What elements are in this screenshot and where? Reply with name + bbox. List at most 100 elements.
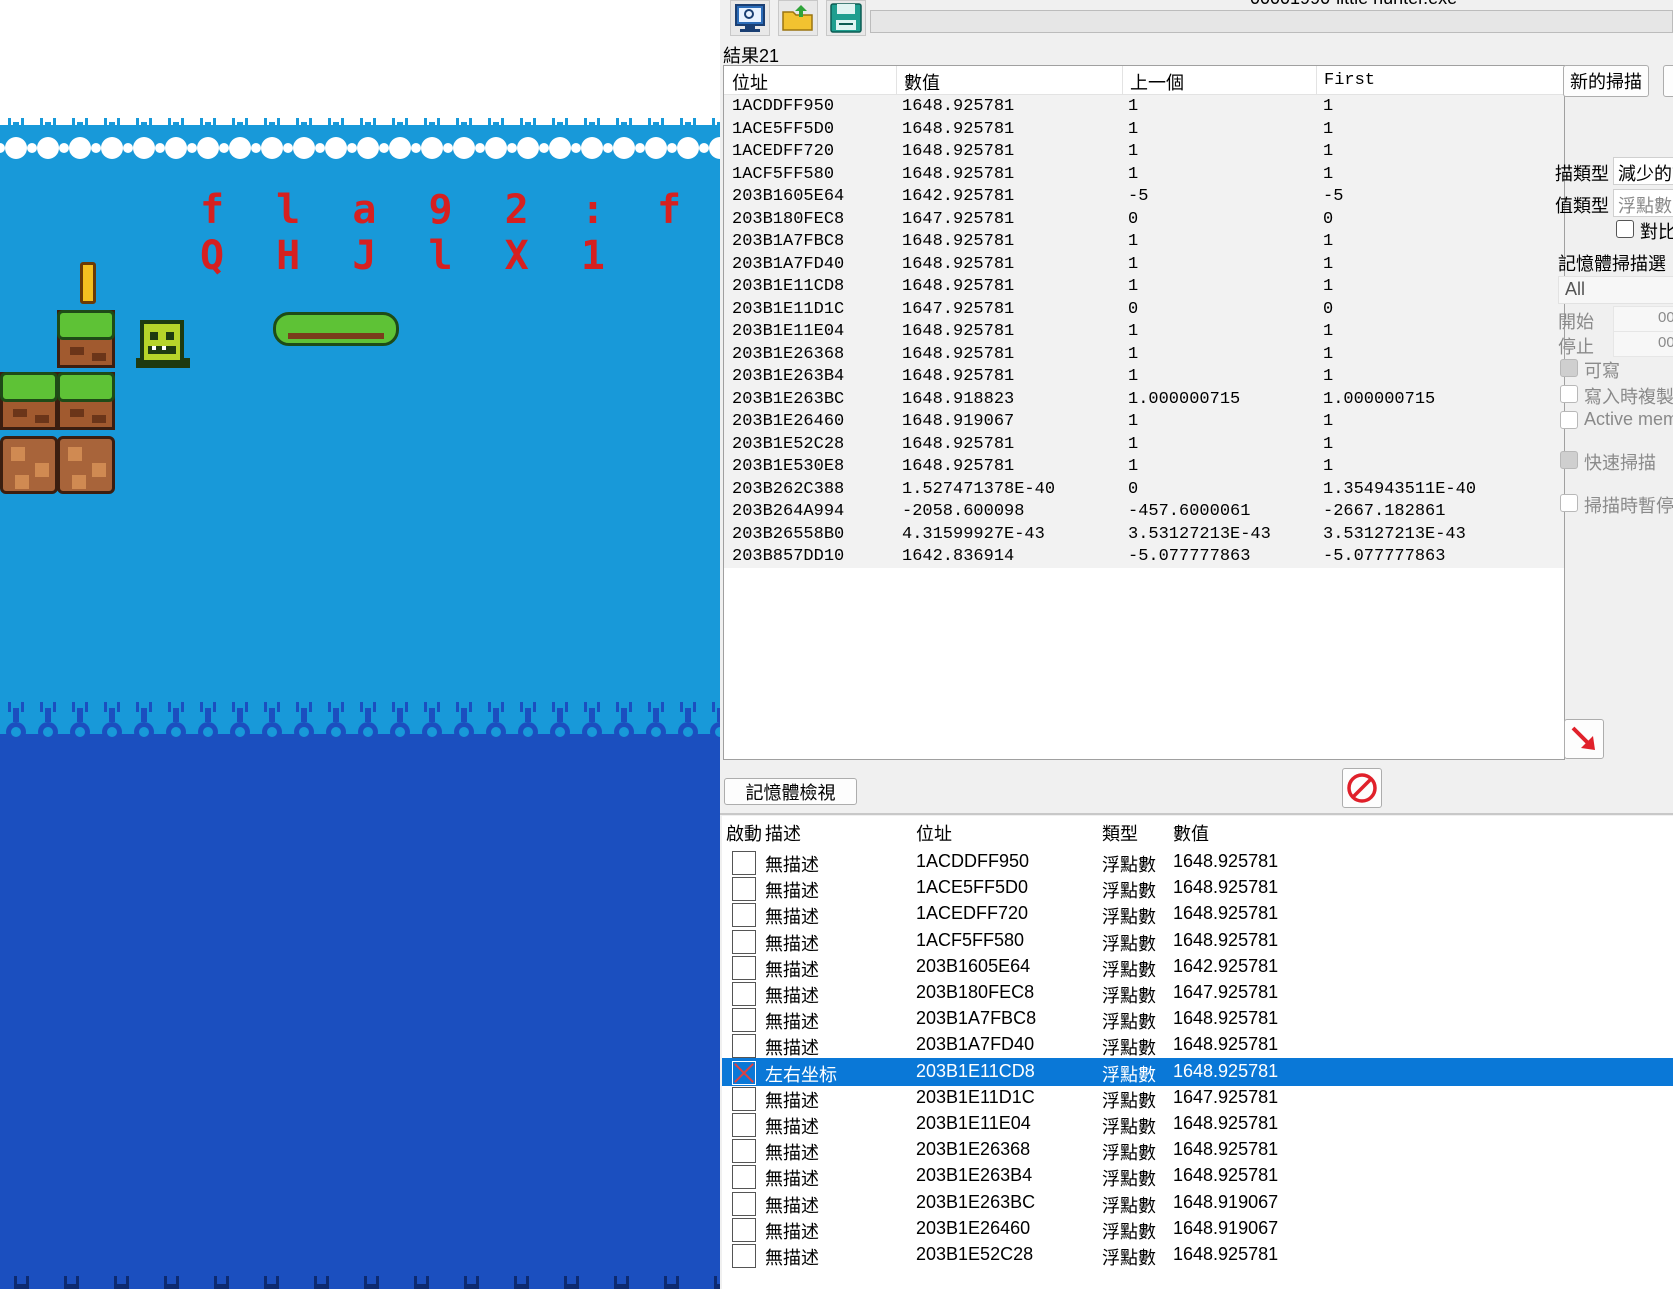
process-title: 00001990-little hunter.exe xyxy=(1250,0,1457,9)
active-checkbox[interactable] xyxy=(732,1165,756,1190)
add-to-list-button[interactable] xyxy=(1564,719,1604,759)
new-scan-button[interactable]: 新的掃描 xyxy=(1563,65,1649,97)
address-list[interactable]: 啟動 描述 位址 類型 數值 無描述 1ACDDFF950 浮點數 1648.9257… xyxy=(722,816,1673,1289)
active-checkbox[interactable] xyxy=(732,851,756,875)
result-row[interactable]: 203B264A994 -2058.600098 -457.6000061 -2667… xyxy=(724,500,1564,524)
result-row[interactable]: 203B180FEC8 1647.925781 0 0 xyxy=(724,207,1564,232)
address-row[interactable]: 無描述 203B1A7FBC8 浮點數 1648.925781 xyxy=(722,1005,1673,1033)
result-row[interactable]: 203B1E11D1C 1647.925781 0 0 xyxy=(724,297,1564,322)
result-row[interactable]: 203B1E26368 1648.925781 1 1 xyxy=(724,342,1564,367)
address-row[interactable]: 無描述 203B1A7FD40 浮點數 1648.925781 xyxy=(722,1031,1673,1059)
active-checkbox[interactable] xyxy=(732,1217,756,1242)
row-value: 1648.925781 xyxy=(1173,1034,1279,1055)
active-checkbox[interactable] xyxy=(732,1008,756,1033)
memory-region-dropdown[interactable]: All xyxy=(1558,276,1673,304)
active-checkbox[interactable] xyxy=(732,1113,756,1137)
col-description-header[interactable]: 描述 xyxy=(765,820,801,846)
clear-list-button[interactable] xyxy=(1342,768,1382,808)
result-first: 1 xyxy=(1323,457,1334,476)
active-checkbox[interactable] xyxy=(732,1034,756,1059)
address-row[interactable]: 無描述 203B1E52C28 浮點數 1648.925781 xyxy=(722,1241,1673,1269)
active-checkbox[interactable] xyxy=(732,929,756,954)
col-value-header[interactable]: 數值 xyxy=(904,69,940,95)
active-checkbox[interactable] xyxy=(732,1060,756,1085)
memory-view-button[interactable]: 記憶體檢視 xyxy=(724,778,857,805)
col-type-header[interactable]: 類型 xyxy=(1102,820,1138,846)
result-row[interactable]: 203B1E11E04 1648.925781 1 1 xyxy=(724,320,1564,344)
result-row[interactable]: 1ACE5FF5D0 1648.925781 1 1 xyxy=(724,117,1564,142)
result-row[interactable]: 203B1E26460 1648.919067 1 1 xyxy=(724,410,1564,434)
result-row[interactable]: 203B26558B0 4.31599927E-43 3.53127213E-43 3… xyxy=(724,522,1564,547)
result-row[interactable]: 203B1E530E8 1648.925781 1 1 xyxy=(724,455,1564,479)
writable-checkbox[interactable] xyxy=(1560,359,1578,377)
active-checkbox[interactable] xyxy=(732,1244,756,1268)
result-previous: 1 xyxy=(1128,344,1139,364)
result-address: 203B1E530E8 xyxy=(732,457,845,476)
result-row[interactable]: 203B1A7FBC8 1648.925781 1 1 xyxy=(724,230,1564,254)
result-row[interactable]: 203B1E263BC 1648.918823 1.000000715 1.00000… xyxy=(724,387,1564,412)
address-row[interactable]: 無描述 1ACF5FF580 浮點數 1648.925781 xyxy=(722,927,1673,955)
address-row[interactable]: 無描述 203B1605E64 浮點數 1642.925781 xyxy=(722,953,1673,981)
col-first-header[interactable]: First xyxy=(1324,71,1375,90)
active-checkbox[interactable] xyxy=(732,903,756,928)
result-row[interactable]: 1ACF5FF580 1648.925781 1 1 xyxy=(724,162,1564,187)
result-row[interactable]: 203B1E52C28 1648.925781 1 1 xyxy=(724,432,1564,457)
col-address-header[interactable]: 位址 xyxy=(732,69,768,95)
address-row[interactable]: 無描述 203B1E26460 浮點數 1648.919067 xyxy=(722,1215,1673,1243)
result-row[interactable]: 1ACEDFF720 1648.925781 1 1 xyxy=(724,140,1564,164)
address-row[interactable]: 無描述 203B1E11E04 浮點數 1648.925781 xyxy=(722,1110,1673,1138)
row-address: 203B1605E64 xyxy=(916,955,1031,976)
open-process-button[interactable] xyxy=(730,0,770,36)
address-row[interactable]: 無描述 203B180FEC8 浮點數 1647.925781 xyxy=(722,979,1673,1007)
col-value-header[interactable]: 數值 xyxy=(1173,820,1209,846)
address-row[interactable]: 左右坐标 203B1E11CD8 浮點數 1648.925781 xyxy=(722,1057,1673,1086)
result-row[interactable]: 203B262C388 1.527471378E-40 0 1.354943511E-… xyxy=(724,477,1564,502)
address-row[interactable]: 無描述 203B1E26368 浮點數 1648.925781 xyxy=(722,1136,1673,1164)
result-row[interactable]: 203B1605E64 1642.925781 -5 -5 xyxy=(724,185,1564,209)
result-row[interactable]: 203B1E11CD8 1648.925781 1 1 xyxy=(724,275,1564,299)
address-row[interactable]: 無描述 203B1E263B4 浮點數 1648.925781 xyxy=(722,1162,1673,1190)
col-address-header[interactable]: 位址 xyxy=(916,820,952,846)
start-address-input[interactable]: 000 xyxy=(1613,306,1673,332)
address-row[interactable]: 無描述 1ACE5FF5D0 浮點數 1648.925781 xyxy=(722,874,1673,902)
scan-results-list[interactable]: 位址 數值 上一個 First 1ACDDFF950 1648.925781 1 1 1… xyxy=(723,65,1565,760)
folder-icon xyxy=(782,5,813,31)
col-active-header[interactable]: 啟動 xyxy=(726,820,762,846)
row-type: 浮點數 xyxy=(1102,959,1156,980)
result-row[interactable]: 203B1E263B4 1648.925781 1 1 xyxy=(724,365,1564,389)
compare-first-checkbox[interactable] xyxy=(1616,220,1634,238)
cheat-engine-window: 00001990-little hunter.exe 結果21 位址 數值 上一… xyxy=(720,0,1673,1289)
pause-scan-checkbox[interactable] xyxy=(1560,494,1578,512)
row-type: 浮點數 xyxy=(1102,881,1156,902)
active-checkbox[interactable] xyxy=(732,982,756,1006)
active-memory-checkbox[interactable] xyxy=(1560,411,1578,429)
active-checkbox[interactable] xyxy=(732,1086,756,1111)
flag-text: f l a 9 2 : f Q H J l X 1 xyxy=(200,187,696,279)
next-scan-button[interactable] xyxy=(1663,65,1673,97)
result-row[interactable]: 203B857DD10 1642.836914 -5.077777863 -5.077… xyxy=(724,545,1564,569)
col-previous-header[interactable]: 上一個 xyxy=(1130,69,1184,95)
active-checkbox[interactable] xyxy=(732,1139,756,1164)
address-row[interactable]: 無描述 1ACEDFF720 浮點數 1648.925781 xyxy=(722,900,1673,928)
result-row[interactable]: 203B1A7FD40 1648.925781 1 1 xyxy=(724,252,1564,277)
splitter[interactable] xyxy=(720,813,1673,815)
result-first: 1 xyxy=(1323,232,1334,251)
row-type: 浮點數 xyxy=(1102,907,1156,928)
result-first: 1.000000715 xyxy=(1323,389,1436,409)
value-type-dropdown[interactable]: 浮點數 xyxy=(1613,189,1673,217)
row-description: 無描述 xyxy=(765,855,819,875)
stop-address-input[interactable]: 000 xyxy=(1613,331,1673,357)
active-checkbox[interactable] xyxy=(732,1191,756,1216)
address-row[interactable]: 無描述 203B1E11D1C 浮點數 1647.925781 xyxy=(722,1084,1673,1112)
address-row[interactable]: 無描述 203B1E263BC 浮點數 1648.919067 xyxy=(722,1189,1673,1217)
active-checkbox[interactable] xyxy=(732,877,756,902)
copy-on-write-checkbox[interactable] xyxy=(1560,385,1578,403)
fast-scan-checkbox[interactable] xyxy=(1560,451,1578,469)
active-checkbox[interactable] xyxy=(732,955,756,980)
address-row[interactable]: 無描述 1ACDDFF950 浮點數 1648.925781 xyxy=(722,848,1673,876)
open-file-button[interactable] xyxy=(778,0,818,36)
scan-type-dropdown[interactable]: 減少的數 xyxy=(1613,157,1673,185)
save-button[interactable] xyxy=(826,0,866,36)
result-row[interactable]: 1ACDDFF950 1648.925781 1 1 xyxy=(724,95,1564,119)
result-address: 203B180FEC8 xyxy=(732,209,845,229)
